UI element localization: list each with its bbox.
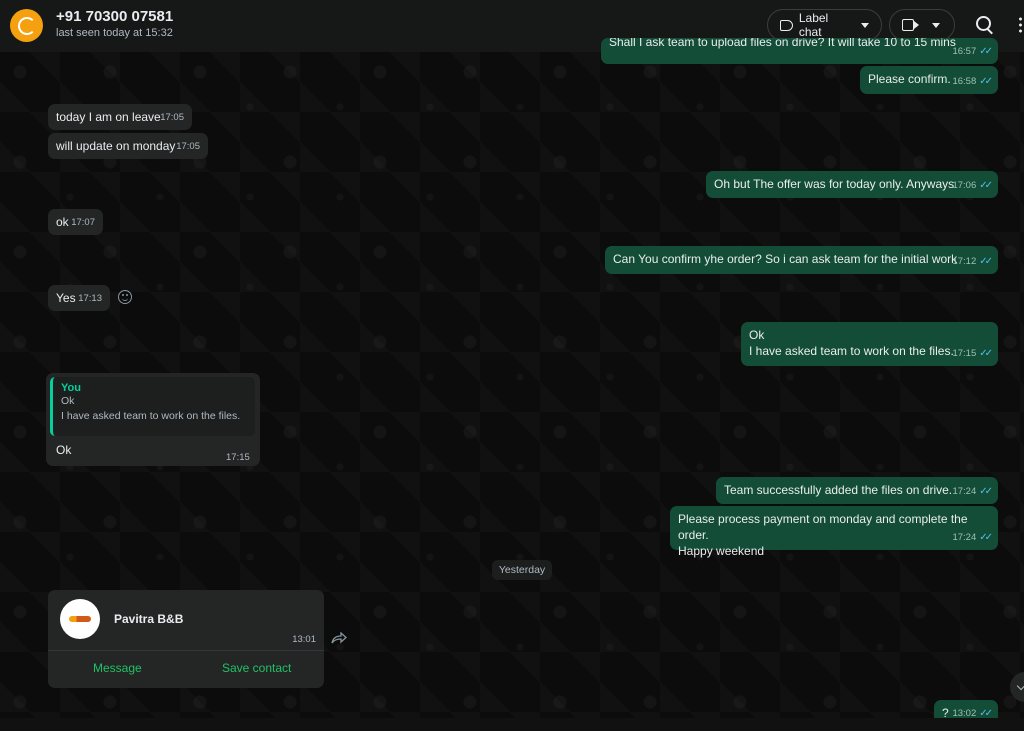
divider <box>48 650 324 651</box>
menu-icon[interactable] <box>1019 16 1022 34</box>
message-time: 17:24 ✓✓ <box>952 484 993 500</box>
double-check-icon: ✓✓ <box>979 46 993 57</box>
message-outgoing[interactable]: Please confirm. 16:58 ✓✓ <box>860 66 998 94</box>
message-time: 13:01 <box>292 634 316 645</box>
message-outgoing[interactable]: Please process payment on monday and com… <box>670 506 998 558</box>
message-incoming[interactable]: Yes 17:13 <box>48 285 110 311</box>
message-time: 17:13 <box>78 293 102 304</box>
quote-text: Ok <box>61 395 75 407</box>
label-chat-button[interactable]: Label chat <box>767 9 882 41</box>
message-text: ok <box>56 215 69 229</box>
double-check-icon: ✓✓ <box>979 486 993 497</box>
message-time: 17:05 <box>176 141 200 152</box>
double-check-icon: ✓✓ <box>979 256 993 267</box>
message-text: Yes <box>56 291 76 305</box>
message-text: Oh but The offer was for today only. Any… <box>714 177 955 191</box>
chevron-down-icon <box>861 22 869 28</box>
message-text: Can You confirm yhe order? So i can ask … <box>613 252 958 266</box>
logo-icon <box>17 16 36 35</box>
double-check-icon: ✓✓ <box>979 348 993 359</box>
message-time: 17:24 ✓✓ <box>952 530 993 546</box>
message-text: Ok I have asked team to work on the file… <box>749 328 954 358</box>
message-text: will update on monday <box>56 139 176 153</box>
message-text: Team successfully added the files on dri… <box>724 483 953 497</box>
last-seen-status: last seen today at 15:32 <box>56 27 173 39</box>
message-time: 17:07 <box>71 217 95 228</box>
message-time: 17:15 ✓✓ <box>952 346 993 362</box>
double-check-icon: ✓✓ <box>979 532 993 543</box>
message-incoming[interactable]: ok 17:07 <box>48 209 103 235</box>
date-separator: Yesterday <box>492 560 552 580</box>
contact-card-name: Pavitra B&B <box>114 612 184 626</box>
video-camera-icon <box>902 19 919 31</box>
message-incoming[interactable]: will update on monday 17:05 <box>48 133 208 159</box>
contact-card-avatar[interactable] <box>60 599 100 639</box>
message-outgoing[interactable]: Shall I ask team to upload files on driv… <box>601 38 998 64</box>
message-outgoing[interactable]: Ok I have asked team to work on the file… <box>741 322 998 366</box>
message-time: 16:57 ✓✓ <box>952 44 993 60</box>
message-text: Ok <box>56 443 72 457</box>
search-icon[interactable] <box>976 16 991 31</box>
shared-contact-card[interactable]: Pavitra B&B 13:01 Message Save contact <box>48 590 324 688</box>
message-text: Please confirm. <box>868 72 951 86</box>
quote-author: You <box>61 382 81 394</box>
composer-edge <box>0 718 1024 731</box>
emoji-icon[interactable] <box>118 290 132 304</box>
message-time: 17:15 <box>226 452 250 463</box>
message-time: 16:58 ✓✓ <box>952 74 993 90</box>
quoted-message[interactable]: You Ok I have asked team to work on the … <box>50 377 255 436</box>
contact-avatar[interactable] <box>10 9 43 42</box>
double-check-icon: ✓✓ <box>979 180 993 191</box>
video-call-button[interactable] <box>889 9 955 41</box>
logo-icon <box>69 616 91 622</box>
message-incoming[interactable]: today I am on leave 17:05 <box>48 104 192 130</box>
label-icon <box>780 19 793 31</box>
message-time: 17:12 ✓✓ <box>952 254 993 270</box>
message-outgoing[interactable]: Team successfully added the files on dri… <box>716 477 998 504</box>
message-text: Shall I ask team to upload files on driv… <box>609 38 956 49</box>
message-time: 17:06 ✓✓ <box>952 178 993 194</box>
save-contact-button[interactable]: Save contact <box>222 661 291 675</box>
double-check-icon: ✓✓ <box>979 76 993 87</box>
message-text: today I am on leave <box>56 110 161 124</box>
contact-name[interactable]: +91 70300 07581 <box>56 8 173 25</box>
message-time: 17:05 <box>160 112 184 123</box>
label-chat-text: Label chat <box>798 11 829 39</box>
message-contact-button[interactable]: Message <box>93 661 142 675</box>
forward-icon[interactable] <box>331 632 347 644</box>
message-outgoing[interactable]: Can You confirm yhe order? So i can ask … <box>605 246 998 274</box>
chevron-down-icon <box>932 22 940 28</box>
quote-text: I have asked team to work on the files. <box>61 410 241 422</box>
message-outgoing[interactable]: Oh but The offer was for today only. Any… <box>706 171 998 198</box>
